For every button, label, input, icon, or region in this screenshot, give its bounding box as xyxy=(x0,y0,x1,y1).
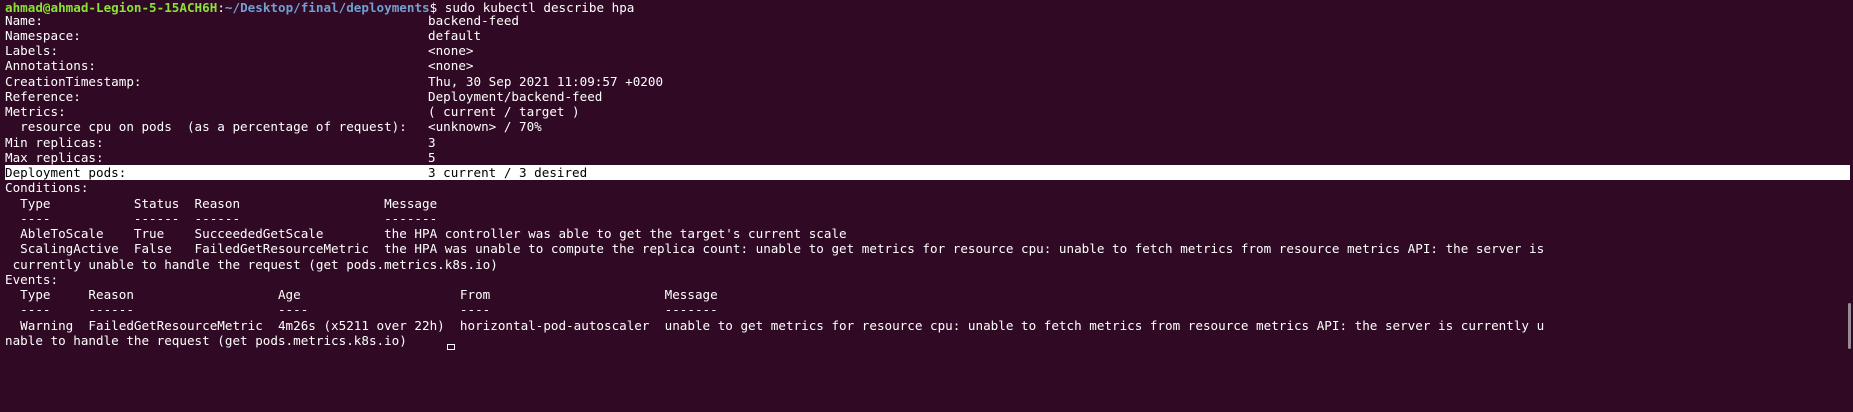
field-label: Namespace: xyxy=(5,28,81,43)
scrollbar[interactable] xyxy=(1847,0,1853,412)
field-row-reference: Reference: Deployment/backend-feed xyxy=(5,89,602,104)
field-value: backend-feed xyxy=(428,13,519,28)
field-value: ( current / target ) xyxy=(428,104,580,119)
field-label: Min replicas: xyxy=(5,135,104,150)
conditions-row: AbleToScale True SucceededGetScale the H… xyxy=(5,226,847,241)
terminal-window[interactable]: ahmad@ahmad-Legion-5-15ACH6H:~/Desktop/f… xyxy=(0,0,1853,412)
prompt-path: ~/Desktop/final/deployments xyxy=(224,0,430,15)
prompt-separator: : xyxy=(217,0,225,15)
events-row-wrap: nable to handle the request (get pods.me… xyxy=(5,333,407,348)
conditions-header: Type Status Reason Message xyxy=(5,196,438,211)
scrollbar-thumb[interactable] xyxy=(1848,303,1851,349)
field-value: <unknown> / 70% xyxy=(428,119,542,134)
field-row-name: Name: backend-feed xyxy=(5,13,519,28)
field-value: default xyxy=(428,28,482,43)
conditions-divider: ---- ------ ------ ------- xyxy=(5,211,438,226)
field-row-cpu-metric: resource cpu on pods (as a percentage of… xyxy=(5,119,542,134)
field-value: 5 xyxy=(428,150,436,165)
field-row-namespace: Namespace: default xyxy=(5,28,481,43)
field-row-creation-timestamp: CreationTimestamp: Thu, 30 Sep 2021 11:09… xyxy=(5,74,663,89)
field-row-annotations: Annotations: <none> xyxy=(5,58,474,73)
field-label: Max replicas: xyxy=(5,150,104,165)
field-value: 3 current / 3 desired xyxy=(428,165,588,180)
conditions-label: Conditions: xyxy=(5,180,89,195)
field-label: CreationTimestamp: xyxy=(5,74,142,89)
field-label: Deployment pods: xyxy=(5,165,127,180)
field-row-metrics: Metrics: ( current / target ) xyxy=(5,104,580,119)
events-divider: ---- ------ ---- ---- ------- xyxy=(5,302,718,317)
field-row-min-replicas: Min replicas: 3 xyxy=(5,135,436,150)
field-label: Labels: xyxy=(5,43,59,58)
prompt-line: ahmad@ahmad-Legion-5-15ACH6H:~/Desktop/f… xyxy=(5,0,634,15)
field-value: Thu, 30 Sep 2021 11:09:57 +0200 xyxy=(428,74,664,89)
field-label: Reference: xyxy=(5,89,81,104)
field-value: Deployment/backend-feed xyxy=(428,89,603,104)
conditions-row: ScalingActive False FailedGetResourceMet… xyxy=(5,241,1545,256)
field-value: <none> xyxy=(428,58,474,73)
events-label: Events: xyxy=(5,272,59,287)
events-row: Warning FailedGetResourceMetric 4m26s (x… xyxy=(5,318,1545,333)
field-row-max-replicas: Max replicas: 5 xyxy=(5,150,436,165)
field-value: 3 xyxy=(428,135,436,150)
field-value: <none> xyxy=(428,43,474,58)
events-header: Type Reason Age From Message xyxy=(5,287,718,302)
conditions-row-wrap: currently unable to handle the request (… xyxy=(5,257,498,272)
field-label: resource cpu on pods (as a percentage of… xyxy=(5,119,407,134)
field-label: Annotations: xyxy=(5,58,96,73)
text-cursor xyxy=(447,344,455,350)
field-row-deployment-pods-selected[interactable]: Deployment pods: 3 current / 3 desired xyxy=(5,165,1850,181)
field-label: Metrics: xyxy=(5,104,66,119)
field-label: Name: xyxy=(5,13,43,28)
field-row-labels: Labels: <none> xyxy=(5,43,474,58)
